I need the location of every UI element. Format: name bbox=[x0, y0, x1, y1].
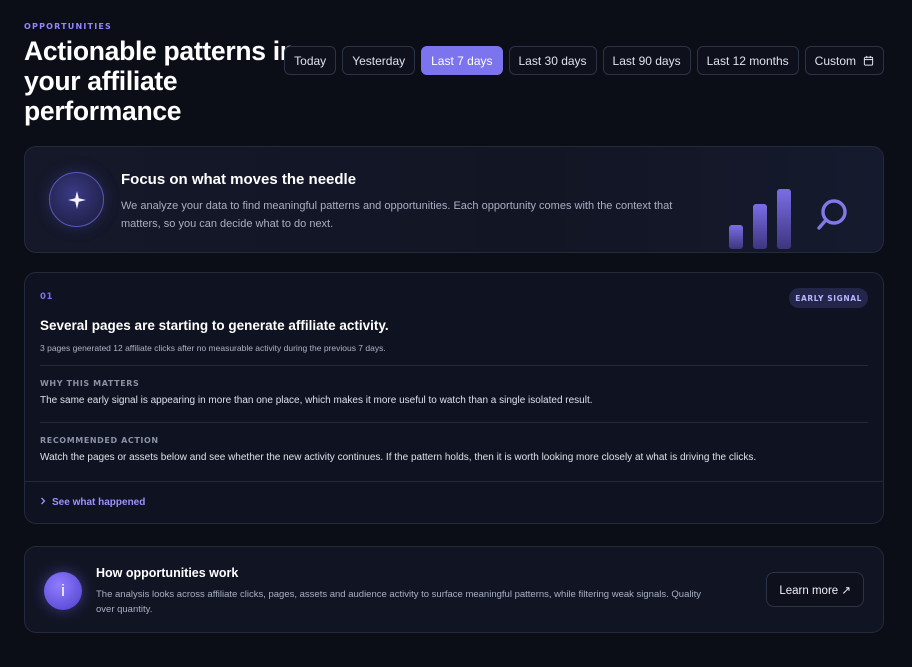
hero-illustration bbox=[723, 177, 863, 252]
range-last-30-days-button[interactable]: Last 30 days bbox=[508, 46, 597, 75]
range-yesterday-button[interactable]: Yesterday bbox=[342, 46, 416, 75]
why-text: The same early signal is appearing in mo… bbox=[40, 395, 593, 406]
divider bbox=[40, 422, 868, 423]
eyebrow-label: OPPORTUNITIES bbox=[24, 22, 113, 31]
opportunity-number: 01 bbox=[40, 292, 54, 302]
sparkle-icon bbox=[49, 172, 104, 227]
range-last-12-months-button[interactable]: Last 12 months bbox=[696, 46, 799, 75]
how-it-works-card: i How opportunities work The analysis lo… bbox=[24, 546, 884, 633]
focus-description: We analyze your data to find meaningful … bbox=[121, 200, 673, 230]
see-what-happened-label: See what happened bbox=[52, 497, 146, 508]
divider bbox=[25, 481, 883, 482]
focus-card: Focus on what moves the needle We analyz… bbox=[24, 146, 884, 253]
action-text: Watch the pages or assets below and see … bbox=[40, 452, 757, 463]
info-title: How opportunities work bbox=[96, 566, 239, 580]
magnifier-icon bbox=[817, 199, 847, 230]
info-description: The analysis looks across affiliate clic… bbox=[96, 589, 701, 615]
learn-more-button[interactable]: Learn more ↗ bbox=[766, 572, 864, 607]
range-last-90-days-button[interactable]: Last 90 days bbox=[602, 46, 691, 75]
range-last-7-days-button[interactable]: Last 7 days bbox=[421, 46, 503, 75]
bar-chart-icon bbox=[729, 189, 791, 249]
chevron-right-icon bbox=[40, 497, 46, 508]
opportunity-card: 01 EARLY SIGNAL Several pages are starti… bbox=[24, 272, 884, 524]
range-custom-button[interactable]: Custom bbox=[804, 46, 884, 75]
info-icon: i bbox=[44, 572, 82, 610]
action-label: RECOMMENDED ACTION bbox=[40, 436, 159, 445]
range-custom-label: Custom bbox=[814, 53, 856, 68]
opportunity-title: Several pages are starting to generate a… bbox=[40, 318, 389, 333]
opportunity-summary: 3 pages generated 12 affiliate clicks af… bbox=[40, 343, 386, 353]
range-today-button[interactable]: Today bbox=[284, 46, 337, 75]
focus-title: Focus on what moves the needle bbox=[121, 171, 357, 188]
status-badge: EARLY SIGNAL bbox=[789, 288, 868, 308]
date-range-selector: Today Yesterday Last 7 days Last 30 days… bbox=[284, 46, 884, 75]
calendar-icon bbox=[863, 55, 874, 66]
divider bbox=[40, 365, 868, 366]
see-what-happened-link[interactable]: See what happened bbox=[40, 497, 145, 508]
info-icon-letter: i bbox=[61, 581, 65, 600]
why-label: WHY THIS MATTERS bbox=[40, 379, 140, 388]
page-title: Actionable patterns in your affiliate pe… bbox=[24, 36, 296, 126]
